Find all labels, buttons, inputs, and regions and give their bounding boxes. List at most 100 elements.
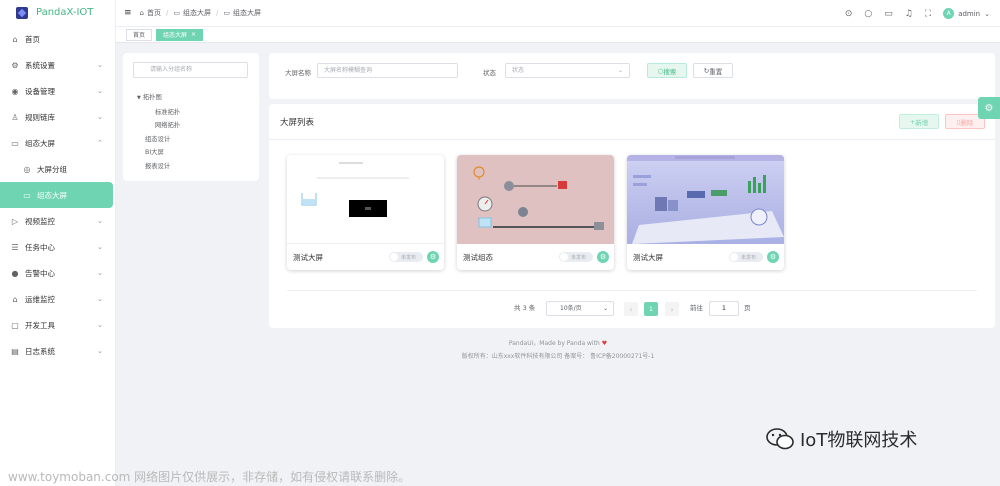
tree-node[interactable]: 报表设计: [137, 160, 180, 174]
settings-icon[interactable]: ⚙: [427, 251, 439, 263]
sidebar-item-screen-group[interactable]: ◎ 大屏分组: [0, 156, 115, 182]
sidebar-item-system[interactable]: ⚙ 系统设置 ⌄: [0, 52, 115, 78]
sidebar-item-label: 日志系统: [25, 346, 55, 356]
screen-card-footer: 测试大屏 未发布 ⚙: [627, 244, 784, 270]
publish-toggle[interactable]: 未发布: [729, 252, 763, 262]
screen-name-input[interactable]: 大屏名称模糊查询: [317, 63, 458, 78]
sidebar-item-alarm[interactable]: ● 告警中心 ⌄: [0, 260, 115, 286]
goto-page-input[interactable]: 1: [709, 301, 739, 316]
reset-button[interactable]: ↻ 重置: [693, 63, 733, 78]
footer-line-2: 版权所有：山东xxx软件科技有限公司 备案号： 鲁ICP备20000271号-1: [461, 353, 655, 360]
add-button[interactable]: + 新增: [899, 114, 939, 129]
chevron-down-icon: ⌄: [97, 269, 103, 277]
github-icon[interactable]: ⊙: [845, 9, 853, 19]
home-icon: ⌂: [139, 9, 144, 17]
tree-node-label: 标准拓扑: [155, 108, 181, 116]
page-number[interactable]: 1: [644, 302, 658, 316]
chevron-down-icon: ⌄: [617, 67, 623, 74]
chevron-down-icon: ⌄: [984, 9, 990, 18]
tag-visual-screen[interactable]: 组态大屏 ×: [156, 28, 204, 41]
screen-card[interactable]: 测试组态 未发布 ⚙: [457, 155, 614, 270]
monitor-icon: ▭: [223, 9, 230, 17]
sidebar-item-home[interactable]: ⌂ 首页: [0, 26, 115, 52]
pagination-total: 共 3 条: [514, 304, 536, 312]
sidebar-menu: ⌂ 首页 ⚙ 系统设置 ⌄ ◉ 设备管理 ⌄ ♙ 规则链库 ⌄ ▭ 组态大屏 ⌃ ◎ 大屏分组 ▭ 组…: [0, 26, 115, 364]
page-size-select[interactable]: 10条/页 ⌄: [546, 301, 614, 316]
screen-icon[interactable]: ▭: [884, 9, 893, 19]
search-icon[interactable]: ○: [864, 9, 872, 19]
chevron-down-icon: ⌄: [97, 217, 103, 225]
fullscreen-icon[interactable]: ⛶: [925, 9, 931, 19]
heart-icon: ♥: [601, 340, 608, 347]
sidebar-item-ops[interactable]: ⌂ 运维监控 ⌄: [0, 286, 115, 312]
chevron-up-icon: ⌃: [97, 139, 103, 147]
chevron-down-icon: ⌄: [97, 113, 103, 121]
settings-icon[interactable]: ⚙: [767, 251, 779, 263]
chevron-down-icon: ⌄: [97, 295, 103, 303]
sidebar-item-label: 告警中心: [25, 268, 55, 278]
screen-thumbnail: [457, 155, 614, 244]
tag-home[interactable]: 首页: [126, 28, 153, 41]
screen-list-panel: 大屏列表 + 新增 ▯ 删除 测试大屏 未发布 ⚙ 测试组态 未发布 ⚙ 测试大…: [269, 104, 995, 328]
delete-button-label: 删除: [960, 118, 974, 127]
bell-icon[interactable]: ♫: [905, 9, 913, 19]
breadcrumb-item[interactable]: 首页: [147, 8, 161, 18]
chevron-down-icon: ⌄: [97, 347, 103, 355]
prev-page-button[interactable]: ‹: [624, 302, 638, 316]
user-menu[interactable]: A admin ⌄: [943, 8, 990, 19]
search-panel: 大屏名称 大屏名称模糊查询 状态 状态 ⌄ ○ 搜索 ↻ 重置: [269, 53, 995, 99]
sidebar-item-visual-screen[interactable]: ▭ 组态大屏 ⌃: [0, 130, 115, 156]
sidebar-item-devtools[interactable]: ▢ 开发工具 ⌄: [0, 312, 115, 338]
tree-node[interactable]: ▼ 拓扑图: [137, 91, 180, 106]
site-watermark: www.toymoban.com 网络图片仅供展示，非存储，如有侵权请联系删除。: [8, 470, 411, 484]
theme-settings-button[interactable]: ⚙: [978, 97, 1000, 119]
home-icon: ⌂: [12, 34, 18, 44]
group-search-input[interactable]: 请输入分组名称: [133, 62, 248, 78]
list-title: 大屏列表: [280, 118, 315, 128]
screen-name-label: 大屏名称: [285, 69, 311, 77]
close-icon[interactable]: ×: [191, 31, 196, 38]
screen-card[interactable]: 测试大屏 未发布 ⚙: [627, 155, 784, 270]
sidebar-item-logs[interactable]: ▤ 日志系统 ⌄: [0, 338, 115, 364]
screen-card[interactable]: 测试大屏 未发布 ⚙: [287, 155, 444, 270]
sidebar-item-visual-screen-active[interactable]: ▭ 组态大屏: [0, 182, 113, 208]
toggle-label: 未发布: [571, 254, 587, 261]
search-button[interactable]: ○ 搜索: [647, 63, 687, 78]
status-select[interactable]: 状态 ⌄: [505, 63, 630, 78]
menu-toggle-icon[interactable]: ≡: [124, 8, 132, 18]
chevron-down-icon: ⌄: [97, 321, 103, 329]
status-label: 状态: [483, 69, 496, 77]
tag-label: 首页: [133, 32, 146, 39]
breadcrumb-item[interactable]: 组态大屏: [183, 8, 211, 18]
chevron-down-icon: ⌄: [97, 87, 103, 95]
reset-button-label: 重置: [709, 67, 723, 76]
sidebar-item-video[interactable]: ▷ 视频监控 ⌄: [0, 208, 115, 234]
next-page-button[interactable]: ›: [665, 302, 679, 316]
breadcrumb-separator: /: [215, 9, 219, 17]
status-placeholder: 状态: [512, 67, 525, 74]
chevron-down-icon: ⌄: [97, 61, 103, 69]
tree-node[interactable]: 组态设计: [137, 133, 180, 147]
group-tree-panel: 请输入分组名称 ▼ 拓扑图 标准拓扑 网络拓扑 组态设计 BI大屏 报表设计: [123, 53, 259, 181]
publish-toggle[interactable]: 未发布: [559, 252, 593, 262]
settings-icon[interactable]: ⚙: [597, 251, 609, 263]
sidebar-item-rules[interactable]: ♙ 规则链库 ⌄: [0, 104, 115, 130]
divider: [287, 290, 977, 291]
sidebar-item-label: 任务中心: [25, 242, 55, 252]
task-icon: ☰: [11, 242, 19, 252]
app-logo[interactable]: PandaX-IOT: [0, 0, 115, 25]
goto-label: 前往: [690, 304, 703, 312]
thumbnail-3d-factory: [627, 155, 784, 244]
thumbnail-blank-screen: [301, 162, 409, 217]
sidebar-item-label: 视频监控: [25, 216, 55, 226]
circle-icon: ◎: [23, 164, 31, 174]
tree-node[interactable]: 标准拓扑: [137, 106, 180, 120]
tree-node[interactable]: BI大屏: [137, 146, 180, 160]
brand-text: IoT物联网技术: [800, 430, 918, 451]
screen-name: 测试大屏: [633, 252, 663, 262]
search-button-label: 搜索: [663, 67, 677, 76]
tree-node[interactable]: 网络拓扑: [137, 119, 180, 133]
publish-toggle[interactable]: 未发布: [389, 252, 423, 262]
sidebar-item-tasks[interactable]: ☰ 任务中心 ⌄: [0, 234, 115, 260]
sidebar-item-device[interactable]: ◉ 设备管理 ⌄: [0, 78, 115, 104]
